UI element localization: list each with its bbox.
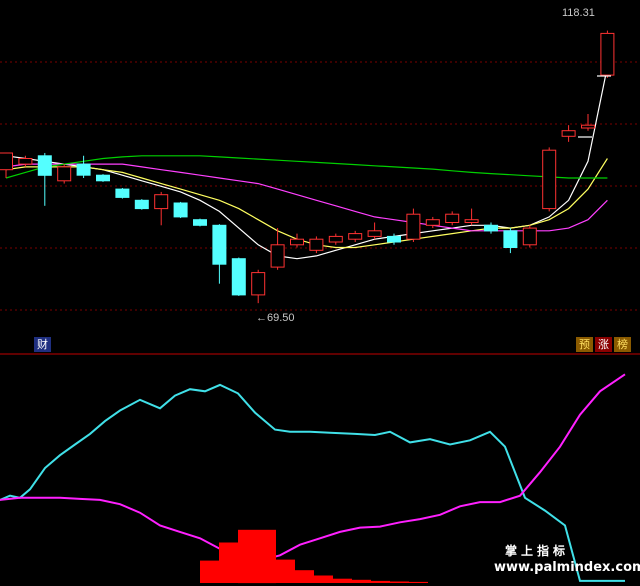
watermark-url: www.palmindex.com bbox=[494, 560, 640, 575]
high-price-label: 118.31 bbox=[562, 7, 595, 19]
indicator-bar bbox=[219, 542, 238, 583]
indicator-bar bbox=[200, 560, 219, 583]
watermark-title: 掌上指标 bbox=[505, 544, 570, 558]
indicator-bar bbox=[371, 580, 390, 583]
indicator-bar bbox=[352, 579, 371, 583]
rise-badge[interactable]: 涨 bbox=[595, 337, 612, 352]
indicator-bar bbox=[390, 581, 409, 583]
indicator-bar bbox=[276, 559, 295, 583]
indicator-bar bbox=[295, 570, 314, 583]
indicator-bar bbox=[333, 578, 352, 583]
left-arrow-icon: ← bbox=[256, 312, 267, 324]
indicator-bar bbox=[257, 529, 276, 584]
forecast-badge[interactable]: 预 bbox=[576, 337, 593, 352]
indicator-chart[interactable] bbox=[0, 0, 640, 586]
finance-badge[interactable]: 财 bbox=[34, 337, 51, 352]
indicator-bar bbox=[238, 529, 257, 584]
indicator-line bbox=[0, 373, 626, 562]
stock-chart-window[interactable]: 118.31 ←69.50 财 预 涨 榜 掌上指标 www.palmindex… bbox=[0, 0, 640, 586]
ranking-badge[interactable]: 榜 bbox=[614, 337, 631, 352]
indicator-bar bbox=[409, 581, 428, 583]
low-price-label: ←69.50 bbox=[256, 312, 295, 324]
indicator-bar bbox=[314, 575, 333, 583]
